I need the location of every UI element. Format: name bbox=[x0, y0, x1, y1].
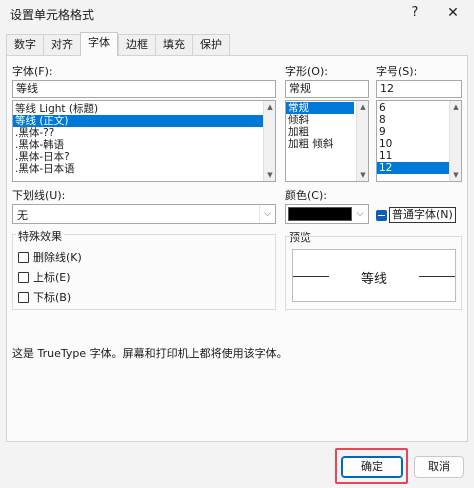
close-button[interactable]: ✕ bbox=[440, 2, 466, 24]
subscript-row[interactable]: 下标(B) bbox=[18, 289, 71, 305]
ok-button[interactable]: 确定 bbox=[341, 456, 403, 478]
scroll-down-icon[interactable]: ▼ bbox=[357, 169, 368, 181]
subscript-label: 下标(B) bbox=[33, 291, 72, 304]
tab-protection[interactable]: 保护 bbox=[192, 34, 230, 56]
preview-sample: 等线 bbox=[360, 272, 387, 287]
tab-strip: 数字 对齐 字体 边框 填充 保护 bbox=[6, 32, 230, 56]
underline-value: 无 bbox=[17, 209, 28, 222]
font-option[interactable]: 等线 Light (标题) bbox=[13, 103, 275, 115]
underline-dropdown[interactable]: 无 ⌵ bbox=[12, 204, 276, 224]
font-list[interactable]: 等线 Light (标题) 等线 (正文) .黑体-?? .黑体-韩语 .黑体-… bbox=[12, 100, 276, 182]
font-option[interactable]: .黑体-日本语 bbox=[13, 163, 275, 175]
underline-label: 下划线(U): bbox=[12, 189, 66, 202]
superscript-label: 上标(E) bbox=[33, 271, 71, 284]
color-swatch bbox=[288, 207, 352, 221]
tab-number[interactable]: 数字 bbox=[6, 34, 43, 56]
scroll-up-icon[interactable]: ▲ bbox=[264, 101, 275, 113]
cancel-button[interactable]: 取消 bbox=[414, 456, 464, 478]
checkbox-indeterminate-icon[interactable] bbox=[376, 209, 387, 221]
strikethrough-row[interactable]: 删除线(K) bbox=[18, 249, 82, 265]
style-list-scrollbar[interactable]: ▲ ▼ bbox=[356, 101, 368, 181]
normal-font-checkbox-row[interactable]: 普通字体(N) bbox=[376, 207, 456, 223]
size-option-selected[interactable]: 12 bbox=[377, 162, 449, 174]
subscript-checkbox[interactable] bbox=[18, 291, 29, 303]
size-list[interactable]: 6 8 9 10 11 12 ▲ ▼ bbox=[376, 100, 462, 182]
chevron-down-icon: ⌵ bbox=[356, 209, 364, 219]
scroll-down-icon[interactable]: ▼ bbox=[450, 169, 461, 181]
style-input[interactable]: 常规 bbox=[285, 80, 369, 98]
strikethrough-checkbox[interactable] bbox=[18, 251, 29, 263]
style-label: 字形(O): bbox=[285, 65, 328, 78]
font-option[interactable]: .黑体-?? bbox=[13, 127, 275, 139]
chevron-down-icon: ⌵ bbox=[259, 205, 275, 223]
normal-font-label: 普通字体(N) bbox=[389, 207, 456, 223]
superscript-checkbox[interactable] bbox=[18, 271, 29, 283]
size-input[interactable]: 12 bbox=[376, 80, 462, 98]
scroll-up-icon[interactable]: ▲ bbox=[357, 101, 368, 113]
style-option-selected[interactable]: 常规 bbox=[286, 102, 354, 114]
color-dropdown[interactable]: ⌵ bbox=[285, 204, 369, 224]
preview-box: 等线 bbox=[292, 249, 456, 302]
style-list[interactable]: 常规 倾斜 加粗 加粗 倾斜 ▲ ▼ bbox=[285, 100, 369, 182]
size-label: 字号(S): bbox=[376, 65, 418, 78]
effects-title: 特殊效果 bbox=[16, 228, 64, 244]
tab-alignment[interactable]: 对齐 bbox=[43, 34, 80, 56]
tab-font[interactable]: 字体 bbox=[80, 32, 118, 56]
scroll-down-icon[interactable]: ▼ bbox=[264, 169, 275, 181]
color-label: 颜色(C): bbox=[285, 189, 327, 202]
tab-fill[interactable]: 填充 bbox=[155, 34, 192, 56]
tab-border[interactable]: 边框 bbox=[118, 34, 155, 56]
font-option-selected[interactable]: 等线 (正文) bbox=[13, 115, 275, 127]
font-info-text: 这是 TrueType 字体。屏幕和打印机上都将使用该字体。 bbox=[12, 347, 288, 360]
font-option[interactable]: .黑体-韩语 bbox=[13, 139, 275, 151]
strikethrough-label: 删除线(K) bbox=[33, 251, 82, 264]
superscript-row[interactable]: 上标(E) bbox=[18, 269, 71, 285]
close-icon: ✕ bbox=[447, 5, 459, 21]
font-label: 字体(F): bbox=[12, 65, 53, 78]
font-input[interactable]: 等线 bbox=[12, 80, 276, 98]
font-option[interactable]: .黑体-日本? bbox=[13, 151, 275, 163]
font-list-scrollbar[interactable]: ▲ ▼ bbox=[263, 101, 275, 181]
size-list-scrollbar[interactable]: ▲ ▼ bbox=[449, 101, 461, 181]
scroll-up-icon[interactable]: ▲ bbox=[450, 101, 461, 113]
help-button[interactable]: ? bbox=[402, 2, 428, 24]
dialog-title: 设置单元格格式 bbox=[10, 8, 95, 22]
